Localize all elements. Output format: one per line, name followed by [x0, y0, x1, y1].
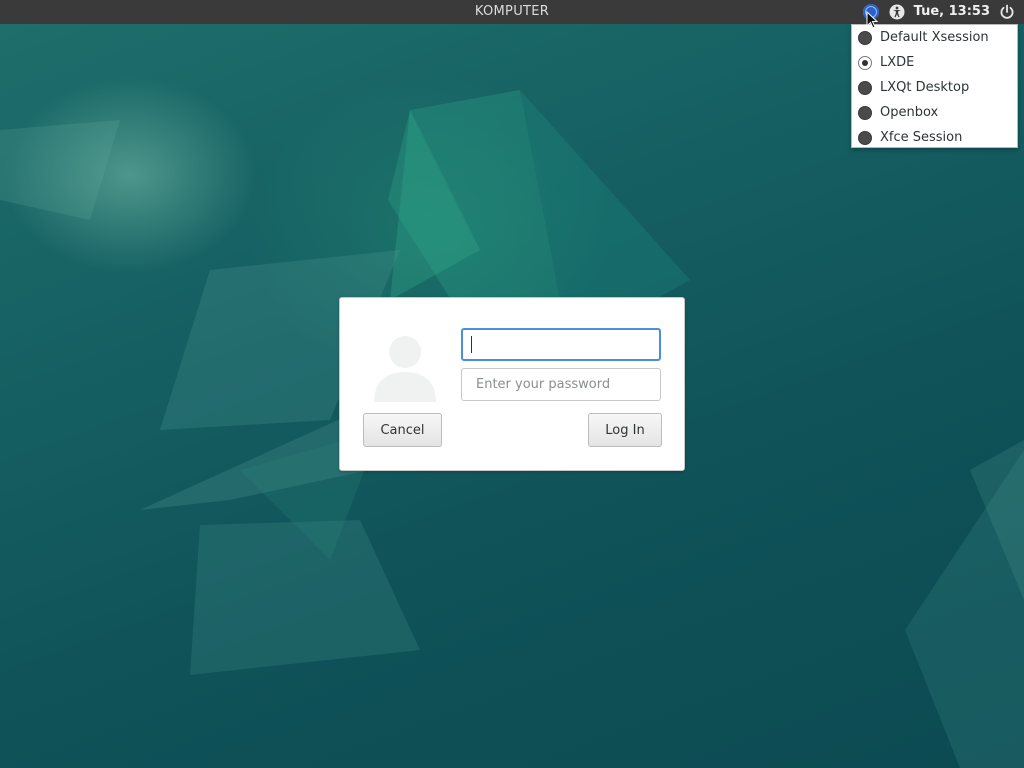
- session-item-xfce-session[interactable]: Xfce Session: [852, 125, 1017, 150]
- session-item-label: Openbox: [880, 105, 939, 120]
- session-item-label: LXDE: [880, 55, 915, 70]
- session-menu: Default Xsession LXDE LXQt Desktop Openb…: [851, 24, 1018, 148]
- user-avatar-icon: [374, 336, 436, 402]
- log-in-button[interactable]: Log In: [588, 413, 662, 447]
- radio-icon: [858, 30, 872, 45]
- session-item-openbox[interactable]: Openbox: [852, 100, 1017, 125]
- desktop: KOMPUTER Tue, 13:53 Default Xsession LXD…: [0, 0, 1024, 768]
- session-item-label: LXQt Desktop: [880, 80, 970, 95]
- cancel-button[interactable]: Cancel: [363, 413, 442, 447]
- session-item-label: Xfce Session: [880, 130, 963, 145]
- radio-checked-icon: [858, 55, 872, 70]
- username-input[interactable]: [461, 328, 661, 361]
- radio-icon: [858, 130, 872, 145]
- power-icon[interactable]: [998, 3, 1016, 21]
- radio-icon: [858, 105, 872, 120]
- session-item-lxde[interactable]: LXDE: [852, 50, 1017, 75]
- radio-icon: [858, 80, 872, 95]
- accessibility-icon[interactable]: [888, 3, 906, 21]
- password-input[interactable]: [461, 368, 661, 401]
- indicator-area: Tue, 13:53: [862, 0, 1016, 24]
- session-item-label: Default Xsession: [880, 30, 989, 45]
- clock-label: Tue, 13:53: [913, 4, 990, 19]
- text-caret: [471, 336, 472, 353]
- mouse-cursor-icon: [866, 11, 878, 29]
- login-dialog: Cancel Log In: [339, 297, 685, 471]
- session-item-lxqt-desktop[interactable]: LXQt Desktop: [852, 75, 1017, 100]
